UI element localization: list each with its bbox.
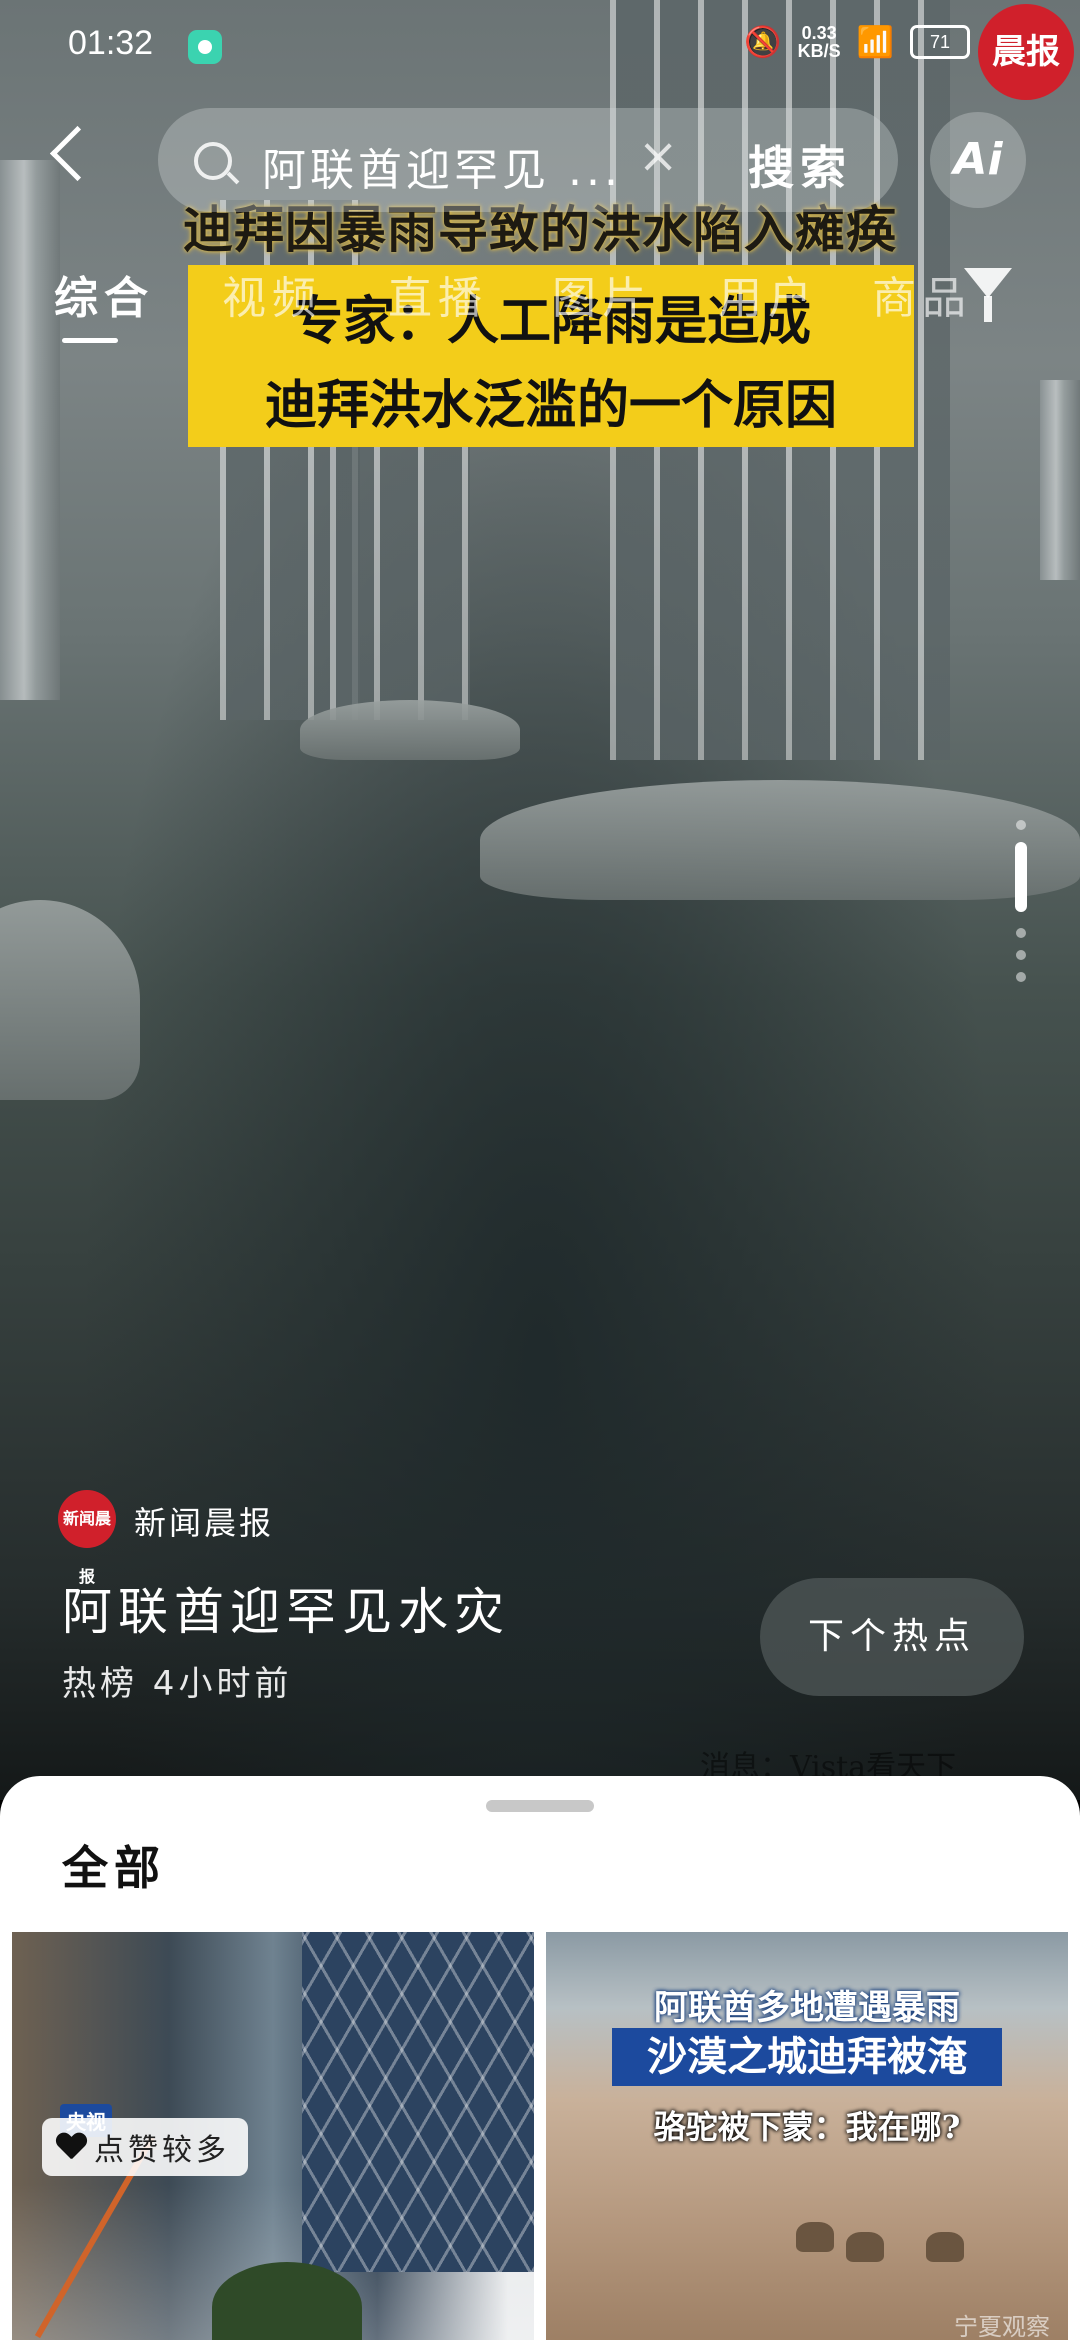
network-speed-value: 0.33 (801, 23, 837, 43)
island-1 (300, 700, 520, 760)
results-sheet: 全部 央视 点赞较多 阿联酋多地遭遇暴雨 沙漠之城迪拜被淹 骆驼被下蒙：我在哪?… (0, 1776, 1080, 2340)
tab-all[interactable]: 综合 (54, 262, 154, 326)
tab-goods[interactable]: 商品 (872, 262, 972, 326)
next-hot-button[interactable]: 下个热点 (760, 1578, 1024, 1696)
card-2-line-2: 沙漠之城迪拜被淹 (612, 2028, 1002, 2086)
post-meta: 热榜 4小时前 (62, 1664, 293, 1704)
scroll-dot (1016, 950, 1026, 960)
building-tower-2 (330, 420, 470, 720)
result-card-2[interactable]: 阿联酋多地遭遇暴雨 沙漠之城迪拜被淹 骆驼被下蒙：我在哪? 宁夏观察 (546, 1932, 1068, 2340)
tab-active-indicator (62, 338, 118, 343)
tab-user[interactable]: 用户 (718, 262, 818, 326)
camel (926, 2232, 964, 2262)
search-bar[interactable]: 阿联酋迎罕见 ... × 搜索 (158, 108, 898, 212)
tab-live[interactable]: 直播 (388, 262, 488, 326)
building-left (0, 160, 60, 700)
camel (796, 2222, 834, 2252)
status-icons: 🔕 0.33 KB/S 📶 71 (744, 24, 970, 60)
like-badge: 点赞较多 (42, 2118, 248, 2176)
search-input[interactable]: 阿联酋迎罕见 ... (262, 134, 622, 198)
scroll-dot (1016, 820, 1026, 830)
island-2 (480, 780, 1080, 900)
building-right (1040, 380, 1080, 580)
like-badge-label: 点赞较多 (94, 2133, 230, 2168)
card-2-line-1: 阿联酋多地遭遇暴雨 (654, 1988, 960, 2028)
heart-icon (56, 2133, 86, 2161)
status-time: 01:32 (68, 24, 154, 62)
author-avatar[interactable]: 新闻晨报 (58, 1490, 116, 1586)
wifi-icon: 📶 (856, 25, 894, 59)
author-name[interactable]: 新闻晨报 (134, 1498, 274, 1544)
status-bar: 01:32 🔕 0.33 KB/S 📶 71 晨报 (0, 0, 1080, 100)
card-image-palm (212, 2262, 362, 2340)
island-3 (0, 900, 140, 1100)
result-tabs: 综合 视频 直播 图片 用户 商品 (54, 262, 994, 343)
network-speed: 0.33 KB/S (798, 24, 841, 60)
scroll-dot (1016, 928, 1026, 938)
filter-icon[interactable] (964, 268, 1012, 322)
screen: 迪拜因暴雨导致的洪水陷入瘫痪 专家：人工降雨是造成 迪拜洪水泛滥的一个原因 01… (0, 0, 1080, 2340)
scroll-current (1015, 842, 1027, 912)
news-corner-badge: 晨报 (978, 4, 1074, 100)
tab-image[interactable]: 图片 (552, 262, 652, 326)
clear-icon[interactable]: × (638, 128, 678, 184)
mute-icon: 🔕 (744, 25, 782, 59)
sheet-title: 全部 (62, 1841, 166, 1895)
battery-indicator: 71 (910, 25, 970, 59)
network-speed-unit: KB/S (797, 41, 841, 61)
video-caption-line-2: 迪拜洪水泛滥的一个原因 (264, 375, 837, 436)
video-scroll-indicator (1014, 820, 1028, 994)
card-image-building (302, 1932, 534, 2272)
notification-app-icon (188, 30, 222, 64)
search-icon (194, 142, 232, 180)
tab-video[interactable]: 视频 (222, 262, 322, 326)
result-card-1[interactable]: 央视 点赞较多 (12, 1932, 534, 2340)
post-title[interactable]: 阿联酋迎罕见水灾 (62, 1572, 510, 1644)
camel (846, 2232, 884, 2262)
card-2-watermark: 宁夏观察 (954, 2313, 1050, 2340)
search-button[interactable]: 搜索 (748, 132, 852, 198)
card-2-line-3: 骆驼被下蒙：我在哪? (653, 2108, 961, 2146)
scroll-dot (1016, 972, 1026, 982)
sheet-drag-handle[interactable] (486, 1800, 594, 1812)
ai-icon[interactable]: Ai (930, 112, 1026, 208)
